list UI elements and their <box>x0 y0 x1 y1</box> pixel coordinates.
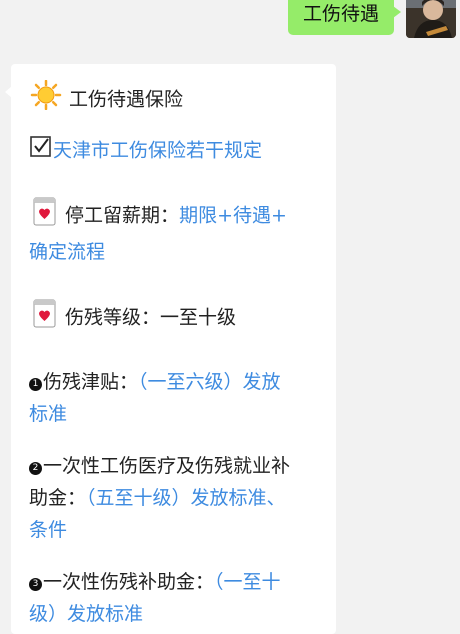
message-content: 工伤待遇保险 天津市工伤保险若干规定 停工留薪期：期限+待遇+ 确定流程 伤残等… <box>29 79 329 630</box>
bullet-2-number: 2 <box>29 462 42 475</box>
item-disability-grade-line: 伤残等级：一至十级 <box>29 298 329 338</box>
bullet-2-link-a[interactable]: （五至十级）发放标准、 <box>86 487 286 509</box>
calendar-heart-icon <box>29 196 59 236</box>
regulation-link[interactable]: 天津市工伤保险若干规定 <box>53 140 262 162</box>
bullet-2-line: 2 一次性工伤医疗及伤残就业补 助金：（五至十级）发放标准、 条件 <box>29 450 329 546</box>
item-suspension-link-b[interactable]: 确定流程 <box>29 241 105 263</box>
title-text: 工伤待遇保险 <box>69 88 184 111</box>
incoming-message-bubble: 工伤待遇保险 天津市工伤保险若干规定 停工留薪期：期限+待遇+ 确定流程 伤残等… <box>5 64 336 634</box>
bullet-1-label: 伤残津贴： <box>43 371 139 393</box>
avatar-photo-icon <box>406 0 456 38</box>
calendar-heart-icon <box>29 298 59 338</box>
bullet-3-number: 3 <box>29 578 42 591</box>
outgoing-message-bubble[interactable]: 工伤待遇 <box>287 0 402 35</box>
user-avatar[interactable] <box>406 0 456 38</box>
item-suspension-line: 停工留薪期：期限+待遇+ 确定流程 <box>29 196 329 268</box>
bullet-2-label-a: 一次性工伤医疗及伤残就业补 <box>43 455 291 477</box>
bullet-1-link-b[interactable]: 标准 <box>29 403 67 425</box>
bullet-2-link-b[interactable]: 条件 <box>29 519 67 541</box>
item-disability-grade-text: 伤残等级：一至十级 <box>65 306 237 329</box>
bullet-1-link-a[interactable]: （一至六级）发放 <box>138 371 281 393</box>
title-line: 工伤待遇保险 <box>29 79 329 120</box>
bullet-3-label: 一次性伤残补助金： <box>43 571 215 593</box>
outgoing-message-row: 工伤待遇 <box>0 0 460 44</box>
checkbox-icon <box>29 134 53 168</box>
regulation-line: 天津市工伤保险若干规定 <box>29 134 329 168</box>
bullet-1-number: 1 <box>29 378 42 391</box>
bullet-2-label-b: 助金： <box>29 487 87 509</box>
item-suspension-link-a[interactable]: 期限+待遇+ <box>179 205 287 227</box>
outgoing-message-text: 工伤待遇 <box>302 3 379 25</box>
bullet-3-link-a[interactable]: （一至十 <box>214 571 281 593</box>
bullet-3-link-b[interactable]: 级）发放标准 <box>29 603 143 625</box>
chat-window: 工伤待遇 工伤待遇保险 天津市工伤保险若干规定 停工留薪期：期限+待遇+ 确定流… <box>0 0 460 634</box>
bullet-3-line: 3 一次性伤残补助金：（一至十 级）发放标准 <box>29 566 329 630</box>
item-suspension-label: 停工留薪期： <box>65 204 180 227</box>
bullet-1-line: 1 伤残津贴：（一至六级）发放 标准 <box>29 366 329 430</box>
sun-icon <box>29 79 63 120</box>
